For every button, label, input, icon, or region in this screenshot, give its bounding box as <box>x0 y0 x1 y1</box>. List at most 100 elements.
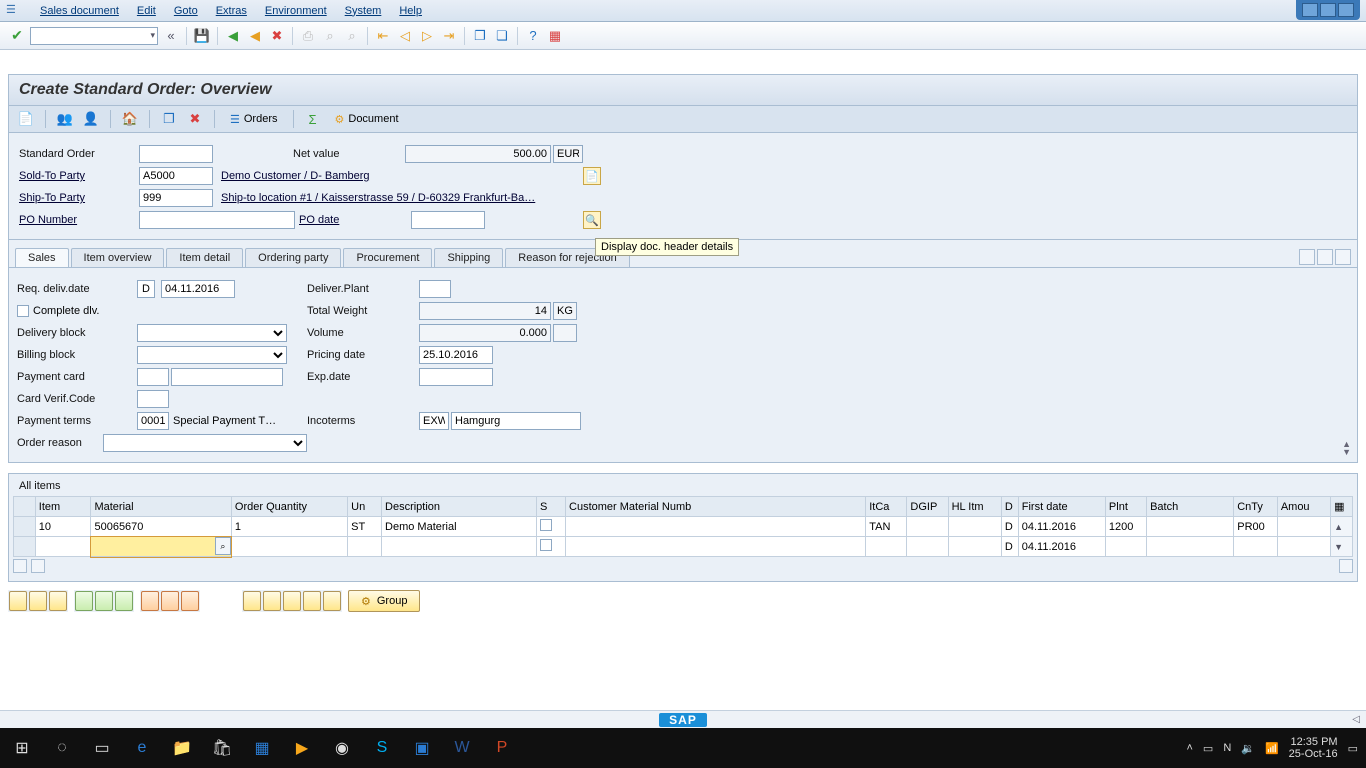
help-icon[interactable]: ? <box>524 27 542 45</box>
deliver-plant-input[interactable] <box>419 280 451 298</box>
onenote-tray-icon[interactable]: N <box>1223 742 1231 754</box>
billing-block-select[interactable] <box>137 346 287 364</box>
subtotal-icon[interactable] <box>303 591 321 611</box>
start-icon[interactable]: ⊞ <box>8 734 36 762</box>
po-number-input[interactable] <box>139 211 295 229</box>
grid-hscroll-right[interactable] <box>31 559 45 573</box>
table-row[interactable]: ⌕ D 04.11.2016 ▼ <box>14 537 1353 557</box>
sum-icon2[interactable] <box>283 591 301 611</box>
notifications-icon[interactable]: ▭ <box>1348 742 1358 755</box>
search-icon[interactable]: ◌ <box>48 734 76 762</box>
close-button[interactable] <box>1338 3 1354 17</box>
orders-button[interactable]: ☰Orders <box>225 111 283 128</box>
propose-icon[interactable] <box>141 591 159 611</box>
delivery-block-select[interactable] <box>137 324 287 342</box>
detail-icon[interactable] <box>49 591 67 611</box>
order-reason-select[interactable] <box>103 434 307 452</box>
tab-shipping[interactable]: Shipping <box>434 248 503 267</box>
reject-icon[interactable]: ✖ <box>186 110 204 128</box>
atp-icon[interactable] <box>181 591 199 611</box>
wifi-icon[interactable]: 📶 <box>1265 742 1279 755</box>
sort-icon[interactable] <box>263 591 281 611</box>
find-next-icon[interactable]: ⌕ <box>343 27 361 45</box>
po-number-label[interactable]: PO Number <box>19 214 139 226</box>
tab-scroll-right[interactable] <box>1317 249 1333 265</box>
sold-to-input[interactable] <box>139 167 213 185</box>
last-page-icon[interactable]: ⇥ <box>440 27 458 45</box>
shortcut-icon[interactable]: ❏ <box>493 27 511 45</box>
table-row[interactable]: 10 50065670 1 ST Demo Material TAN D 04.… <box>14 517 1353 537</box>
word-icon[interactable]: W <box>448 734 476 762</box>
volume-icon[interactable]: 🔉 <box>1241 742 1255 755</box>
menu-edit[interactable]: Edit <box>137 5 156 17</box>
grid-hscroll-left[interactable] <box>13 559 27 573</box>
select-all-icon[interactable] <box>9 591 27 611</box>
grid-scroll-down[interactable]: ▼ <box>1331 537 1353 557</box>
app2-icon[interactable]: ▣ <box>408 734 436 762</box>
tab-item-overview[interactable]: Item overview <box>71 248 165 267</box>
insert-row-icon[interactable] <box>75 591 93 611</box>
tab-procurement[interactable]: Procurement <box>343 248 432 267</box>
menu-extras[interactable]: Extras <box>216 5 247 17</box>
sum-icon[interactable]: Σ <box>304 110 322 128</box>
menu-goto[interactable]: Goto <box>174 5 198 17</box>
skype-icon[interactable]: S <box>368 734 396 762</box>
layout-icon[interactable]: ▦ <box>546 27 564 45</box>
status-expand-icon[interactable]: ◁ <box>1352 714 1360 725</box>
next-page-icon[interactable]: ▷ <box>418 27 436 45</box>
payment-card-input[interactable] <box>171 368 283 386</box>
panel-scroll-down[interactable]: ▼ <box>1342 448 1351 456</box>
home-icon[interactable]: 🏠 <box>121 110 139 128</box>
menu-system[interactable]: System <box>345 5 382 17</box>
header-details-button[interactable]: 🔍 <box>583 211 601 229</box>
app-icon[interactable]: ▶ <box>288 734 316 762</box>
layout2-icon[interactable] <box>323 591 341 611</box>
filter-icon[interactable] <box>243 591 261 611</box>
menu-environment[interactable]: Environment <box>265 5 327 17</box>
edge-icon[interactable]: e <box>128 734 156 762</box>
prev-page-icon[interactable]: ◁ <box>396 27 414 45</box>
sap-logon-icon[interactable]: ▦ <box>248 734 276 762</box>
copy-icon[interactable]: ❐ <box>160 110 178 128</box>
display-header-icon[interactable]: 📄 <box>17 110 35 128</box>
po-date-input[interactable] <box>411 211 485 229</box>
first-page-icon[interactable]: ⇤ <box>374 27 392 45</box>
minimize-button[interactable] <box>1302 3 1318 17</box>
standard-order-input[interactable] <box>139 145 213 163</box>
tab-item-detail[interactable]: Item detail <box>166 248 243 267</box>
clock[interactable]: 12:35 PM 25-Oct-16 <box>1289 736 1338 760</box>
payment-terms-code[interactable] <box>137 412 169 430</box>
menu-sales-document[interactable]: Sales document <box>40 5 119 17</box>
exp-date-input[interactable] <box>419 368 493 386</box>
exit-icon[interactable]: ◀ <box>246 27 264 45</box>
config-icon[interactable] <box>161 591 179 611</box>
tab-sales[interactable]: Sales <box>15 248 69 267</box>
tray-up-icon[interactable]: ˄ <box>1186 742 1192 754</box>
cancel-icon[interactable]: ✖ <box>268 27 286 45</box>
new-session-icon[interactable]: ❐ <box>471 27 489 45</box>
document-icon[interactable]: 📄 <box>583 167 601 185</box>
po-date-label[interactable]: PO date <box>299 214 411 226</box>
card-verif-input[interactable] <box>137 390 169 408</box>
s-checkbox[interactable] <box>540 539 552 551</box>
battery-icon[interactable]: ▭ <box>1203 742 1213 755</box>
ship-to-label[interactable]: Ship-To Party <box>19 192 139 204</box>
req-deliv-date-input[interactable] <box>161 280 235 298</box>
s-checkbox[interactable] <box>540 519 552 531</box>
taskview-icon[interactable]: ▭ <box>88 734 116 762</box>
complete-dlv-checkbox[interactable] <box>17 305 29 317</box>
copy-row-icon[interactable] <box>115 591 133 611</box>
incoterms-text-input[interactable] <box>451 412 581 430</box>
document-button[interactable]: ⚙Document <box>330 111 404 128</box>
tab-scroll-left[interactable] <box>1299 249 1315 265</box>
back-icon[interactable]: ◀ <box>224 27 242 45</box>
powerpoint-icon[interactable]: P <box>488 734 516 762</box>
print-icon[interactable]: ⎙ <box>299 27 317 45</box>
find-icon[interactable]: ⌕ <box>321 27 339 45</box>
explorer-icon[interactable]: 📁 <box>168 734 196 762</box>
delete-row-icon[interactable] <box>95 591 113 611</box>
command-field[interactable]: ▾ <box>30 27 158 45</box>
tab-list-button[interactable] <box>1335 249 1351 265</box>
payment-card-type-input[interactable] <box>137 368 169 386</box>
back-button[interactable]: « <box>162 27 180 45</box>
